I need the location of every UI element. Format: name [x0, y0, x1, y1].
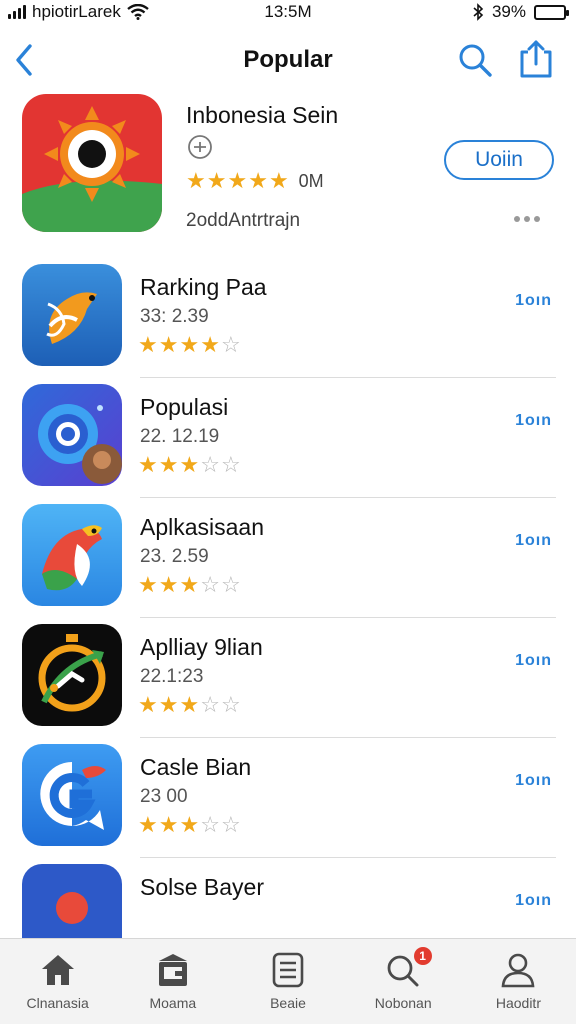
- app-rating: ★ ★ ★ ☆ ☆: [138, 694, 241, 716]
- tab-store[interactable]: Moama: [115, 939, 230, 1024]
- tab-label: Haoditr: [495, 995, 541, 1011]
- tab-search[interactable]: 1 Nobonan: [346, 939, 461, 1024]
- featured-rating: ★ ★ ★ ★ ★ 0M: [186, 170, 324, 192]
- app-meta: 22.1:23: [140, 666, 204, 687]
- app-rating: ★ ★ ★ ★ ☆: [138, 334, 241, 356]
- status-right: 39%: [472, 2, 569, 22]
- app-meta: 33: 2.39: [140, 306, 209, 327]
- star-filled-icon: ★: [227, 168, 248, 193]
- star-filled-icon: ★: [179, 692, 200, 717]
- tab-label: Clnanasia: [26, 995, 89, 1011]
- list-item[interactable]: Rarking Paa 33: 2.39 ★ ★ ★ ★ ☆ 1oın: [0, 258, 576, 378]
- star-empty-icon: ☆: [220, 452, 241, 477]
- app-list: Rarking Paa 33: 2.39 ★ ★ ★ ★ ☆ 1oın Populasi…: [0, 258, 576, 978]
- tab-label: Moama: [149, 995, 197, 1011]
- app-name: Aplliay 9lian: [140, 634, 263, 660]
- star-filled-icon: ★: [179, 452, 200, 477]
- app-icon-stopwatch: [22, 624, 122, 726]
- get-button[interactable]: 1oın: [515, 412, 552, 430]
- app-meta: 23 00: [140, 786, 188, 807]
- notification-badge: 1: [413, 947, 432, 965]
- app-icon-ring: [22, 384, 122, 486]
- tab-profile[interactable]: Haoditr: [461, 939, 576, 1024]
- battery-percent: 39%: [491, 2, 526, 21]
- home-icon: [41, 955, 74, 985]
- star-empty-icon: ☆: [200, 572, 220, 597]
- star-filled-icon: ★: [179, 572, 200, 597]
- star-filled-icon: ★: [179, 332, 200, 357]
- app-meta: 23. 2.59: [140, 546, 209, 567]
- star-filled-icon: ★: [158, 812, 179, 837]
- star-filled-icon: ★: [138, 572, 158, 597]
- get-button[interactable]: 1oın: [515, 292, 552, 310]
- app-meta: 22. 12.19: [140, 426, 220, 447]
- star-empty-icon: ☆: [220, 692, 241, 717]
- star-empty-icon: ☆: [220, 572, 241, 597]
- status-bar: hpiotirLarek 13:5M 39%: [0, 0, 576, 26]
- star-empty-icon: ☆: [220, 332, 241, 357]
- app-rating: ★ ★ ★ ☆ ☆: [138, 574, 241, 596]
- store-icon: [158, 954, 187, 986]
- navigation-bar: Popular: [0, 36, 576, 84]
- star-filled-icon: ★: [158, 332, 179, 357]
- star-empty-icon: ☆: [200, 692, 220, 717]
- get-button[interactable]: 1oın: [515, 772, 552, 790]
- featured-app-icon: [22, 94, 162, 232]
- featured-app-name: Inbonesia Sein: [186, 102, 339, 128]
- list-item[interactable]: Aplkasisaan 23. 2.59 ★ ★ ★ ☆ ☆ 1oın: [0, 498, 576, 618]
- search-icon[interactable]: [456, 40, 494, 80]
- star-filled-icon: ★: [206, 168, 227, 193]
- app-name: Populasi: [140, 394, 229, 420]
- star-filled-icon: ★: [138, 332, 158, 357]
- profile-icon: [502, 953, 535, 988]
- app-rating: ★ ★ ★ ☆ ☆: [138, 454, 241, 476]
- star-filled-icon: ★: [179, 812, 200, 837]
- star-filled-icon: ★: [158, 692, 179, 717]
- get-button[interactable]: 1oın: [515, 652, 552, 670]
- app-icon-chat: [22, 744, 122, 846]
- featured-app[interactable]: Inbonesia Sein ★ ★ ★ ★ ★ 0M 2oddАntrtrajn Uo…: [0, 90, 576, 240]
- star-filled-icon: ★: [158, 572, 179, 597]
- star-filled-icon: ★: [158, 452, 179, 477]
- star-filled-icon: ★: [138, 812, 158, 837]
- app-rating: ★ ★ ★ ☆ ☆: [138, 814, 241, 836]
- list-item[interactable]: Aplliay 9lian 22.1:23 ★ ★ ★ ☆ ☆ 1oın: [0, 618, 576, 738]
- app-name: Solse Bayer: [140, 874, 265, 900]
- more-options-icon[interactable]: [514, 216, 540, 222]
- tab-bar: Clnanasia Moama Beaie 1 Nobonan Haoditr: [0, 938, 576, 1024]
- app-name: Casle Bian: [140, 754, 252, 780]
- list-item[interactable]: Populasi 22. 12.19 ★ ★ ★ ☆ ☆ 1oın: [0, 378, 576, 498]
- info-icon: [188, 135, 212, 159]
- tab-label: Nobonan: [374, 995, 432, 1011]
- star-filled-icon: ★: [248, 168, 268, 193]
- app-icon-bird: [22, 264, 122, 366]
- featured-downloads: 0M: [298, 170, 324, 191]
- list-icon: [272, 952, 304, 988]
- star-filled-icon: ★: [138, 452, 158, 477]
- app-icon-parrot: [22, 504, 122, 606]
- star-empty-icon: ☆: [200, 452, 220, 477]
- tab-home[interactable]: Clnanasia: [0, 939, 115, 1024]
- star-empty-icon: ☆: [220, 812, 241, 837]
- bluetooth-icon: [473, 3, 484, 21]
- star-filled-icon: ★: [186, 168, 206, 193]
- star-filled-icon: ★: [138, 692, 158, 717]
- battery-icon: [534, 4, 569, 20]
- get-button[interactable]: 1oın: [515, 532, 552, 550]
- app-name: Aplkasisaan: [140, 514, 265, 540]
- star-filled-icon: ★: [200, 332, 220, 357]
- get-button[interactable]: 1oın: [515, 892, 552, 910]
- featured-get-button[interactable]: Uoiin: [444, 140, 554, 180]
- share-icon[interactable]: [516, 38, 556, 80]
- featured-stars: ★ ★ ★ ★ ★: [186, 170, 289, 192]
- tab-label: Beaie: [270, 995, 306, 1011]
- star-empty-icon: ☆: [200, 812, 220, 837]
- star-filled-icon: ★: [268, 168, 289, 193]
- app-name: Rarking Paa: [140, 274, 267, 300]
- list-item[interactable]: Casle Bian 23 00 ★ ★ ★ ☆ ☆ 1oın: [0, 738, 576, 858]
- tab-list[interactable]: Beaie: [230, 939, 345, 1024]
- featured-developer: 2oddАntrtrajn: [186, 210, 301, 231]
